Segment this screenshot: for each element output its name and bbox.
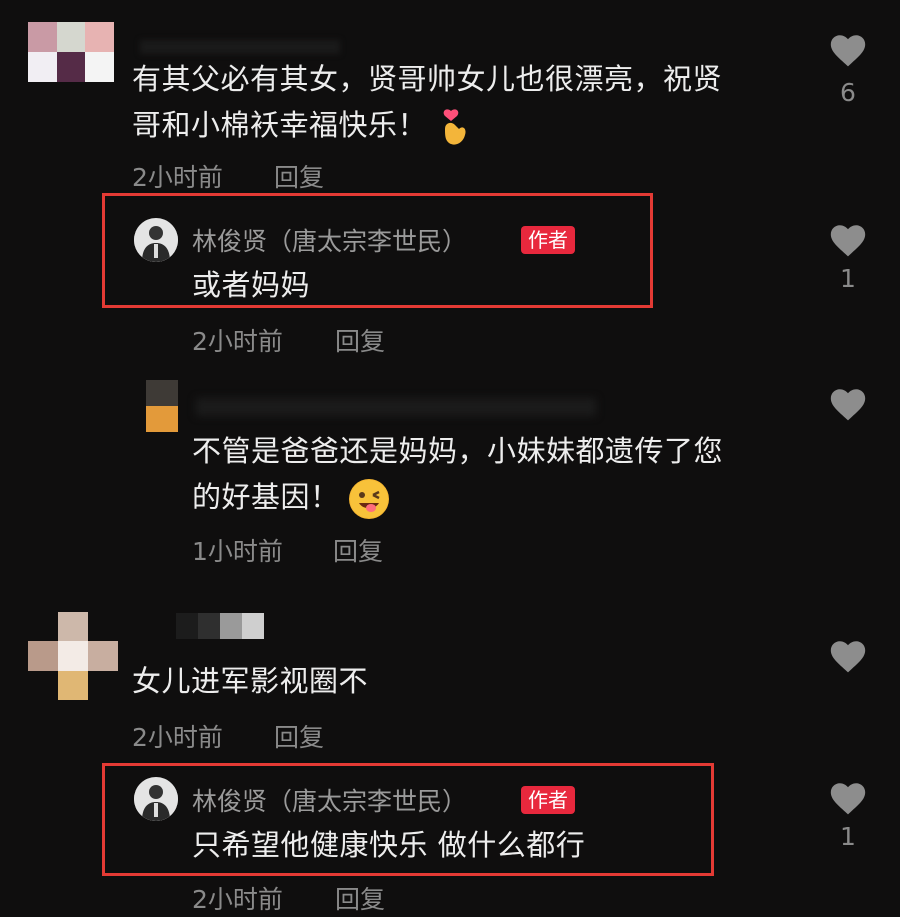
like-count: 1 <box>840 264 856 293</box>
user-avatar-blurred[interactable] <box>146 380 178 432</box>
author-username[interactable]: 林俊贤（唐太宗李世民） <box>192 222 467 258</box>
reply-button[interactable]: 回复 <box>274 718 324 754</box>
comment-timestamp: 2小时前 <box>192 885 283 914</box>
finger-heart-emoji-icon <box>437 107 471 147</box>
author-badge: 作者 <box>521 226 575 254</box>
like-heart-icon[interactable] <box>828 32 868 72</box>
author-avatar[interactable] <box>134 218 178 262</box>
comment-text: 不管是爸爸还是妈妈，小妹妹都遗传了您 的好基因！ <box>192 428 812 520</box>
comment-timestamp: 1小时前 <box>192 537 283 566</box>
reply-button[interactable]: 回复 <box>335 880 385 916</box>
username-blurred <box>196 398 596 416</box>
author-badge: 作者 <box>521 786 575 814</box>
comment-text: 只希望他健康快乐 做什么都行 <box>192 828 586 862</box>
reply-button[interactable]: 回复 <box>274 158 324 194</box>
like-heart-icon[interactable] <box>828 780 868 820</box>
author-avatar[interactable] <box>134 777 178 821</box>
user-avatar-blurred[interactable] <box>28 612 118 700</box>
like-heart-icon[interactable] <box>828 222 868 262</box>
comment-text-line1: 不管是爸爸还是妈妈，小妹妹都遗传了您 <box>192 434 724 468</box>
username-blurred <box>176 613 264 639</box>
reply-button[interactable]: 回复 <box>333 532 383 568</box>
username-blurred <box>140 40 340 54</box>
like-heart-icon[interactable] <box>828 386 868 426</box>
comment-timestamp: 2小时前 <box>132 723 223 752</box>
like-count: 1 <box>840 822 856 851</box>
comment-text-line2: 的好基因！ <box>192 480 340 514</box>
wink-tongue-emoji-icon <box>349 479 390 519</box>
author-username[interactable]: 林俊贤（唐太宗李世民） <box>192 782 467 818</box>
reply-button[interactable]: 回复 <box>335 322 385 358</box>
user-avatar-blurred[interactable] <box>28 22 114 82</box>
comment-timestamp: 2小时前 <box>132 163 223 192</box>
comment-text: 女儿进军影视圈不 <box>132 664 369 698</box>
comment-text: 有其父必有其女，贤哥帅女儿也很漂亮，祝贤 哥和小棉袄幸福快乐！ <box>132 56 812 148</box>
comment-text-line2: 哥和小棉袄幸福快乐！ <box>132 108 428 142</box>
like-heart-icon[interactable] <box>828 638 868 678</box>
like-count: 6 <box>840 78 856 107</box>
comment-timestamp: 2小时前 <box>192 327 283 356</box>
comment-text: 或者妈妈 <box>192 268 311 302</box>
comment-text-line1: 有其父必有其女，贤哥帅女儿也很漂亮，祝贤 <box>132 62 723 96</box>
